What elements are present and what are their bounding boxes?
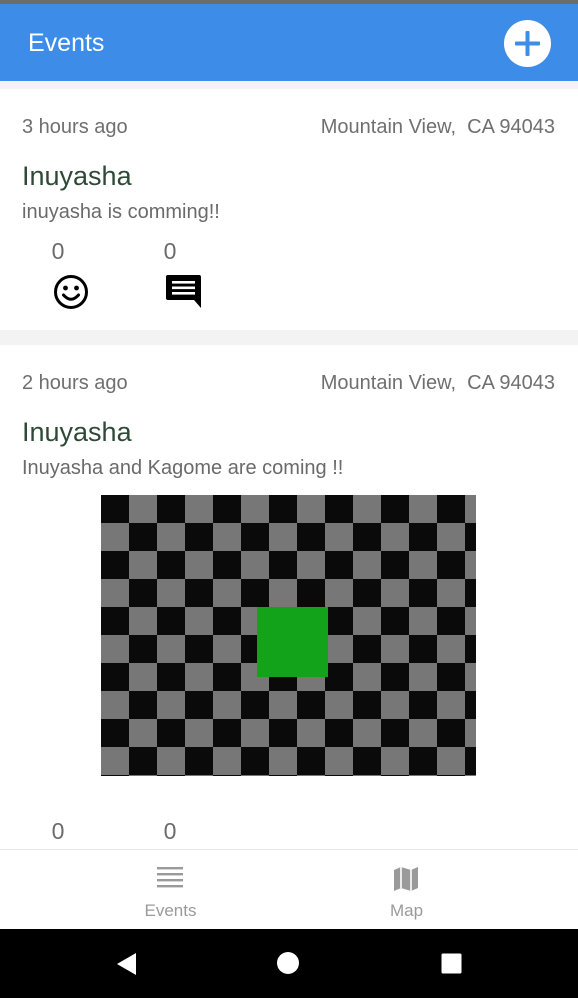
comment-icon[interactable] [165,273,202,309]
event-location: Mountain View, CA 94043 [320,372,555,394]
event-description: Inuyasha and Kagome are coming !! [22,457,344,479]
comment-count: 0 [163,818,177,844]
smiley-face-icon[interactable] [53,274,89,310]
recents-square-icon[interactable] [441,953,462,974]
comment-count: 0 [163,238,177,264]
system-navigation-bar [0,929,578,998]
page-title: Events [28,29,105,57]
event-location: Mountain View, CA 94043 [320,116,555,138]
event-title: Inuyasha [22,417,132,447]
tab-map[interactable]: Map [262,850,551,930]
event-title: Inuyasha [22,161,132,191]
list-icon [157,867,183,888]
app-bar: Events [0,4,578,81]
home-circle-icon[interactable] [276,951,300,975]
event-card[interactable]: 2 hours ago Mountain View, CA 94043 Inuy… [0,345,578,849]
back-triangle-icon[interactable] [114,950,140,978]
bottom-navigation: Events Map [0,849,578,929]
reaction-count: 0 [51,238,65,264]
add-event-button[interactable] [504,20,551,67]
event-time: 3 hours ago [22,116,128,138]
map-icon [394,867,418,891]
event-time: 2 hours ago [22,372,128,394]
plus-icon [515,31,540,56]
event-card[interactable]: 3 hours ago Mountain View, CA 94043 Inuy… [0,89,578,330]
reaction-count: 0 [51,818,65,844]
event-feed[interactable]: 3 hours ago Mountain View, CA 94043 Inuy… [0,81,578,849]
event-image[interactable] [101,495,476,776]
tab-map-label: Map [389,901,424,920]
event-description: inuyasha is comming!! [22,201,220,223]
